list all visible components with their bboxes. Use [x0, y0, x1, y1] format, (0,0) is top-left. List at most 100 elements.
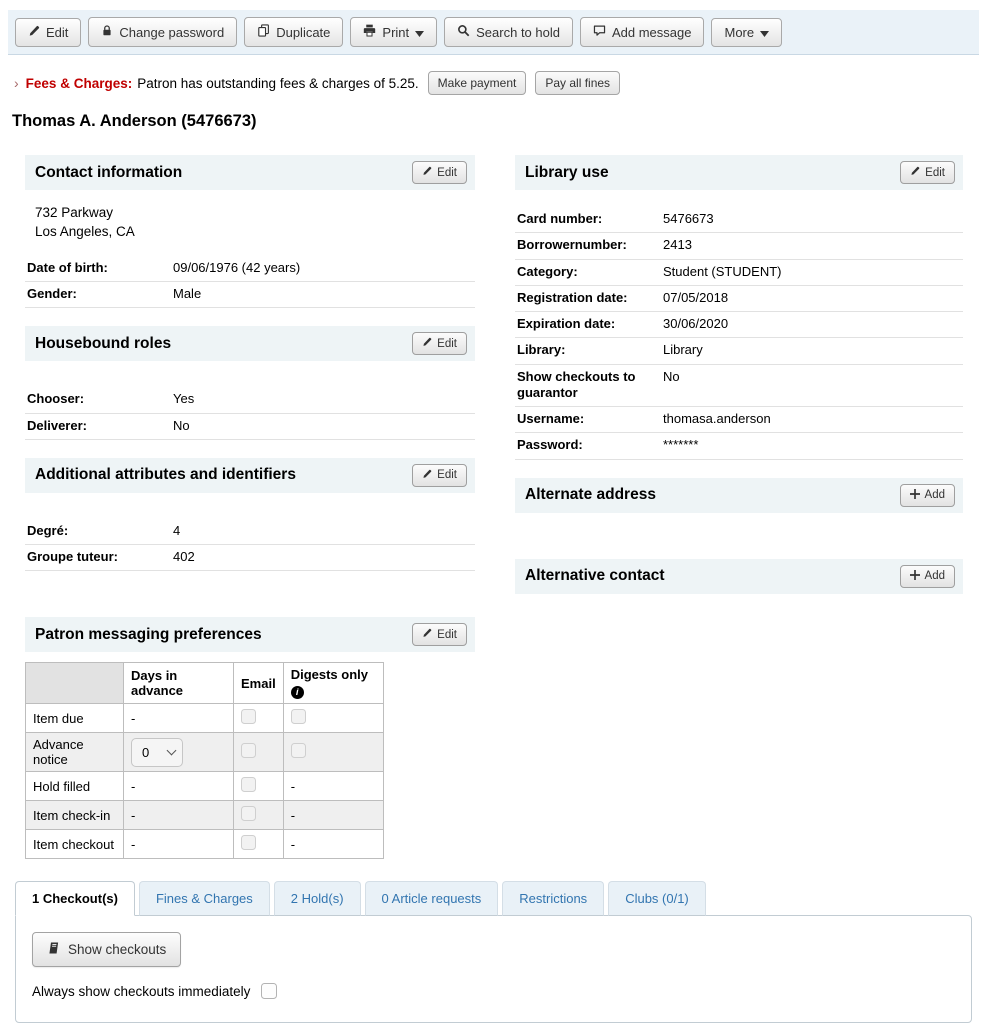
attributes-edit-button[interactable]: Edit	[412, 464, 467, 487]
row-label: Chooser:	[27, 391, 165, 407]
duplicate-button[interactable]: Duplicate	[244, 17, 343, 47]
row-value: 09/06/1976 (42 years)	[165, 260, 300, 276]
patron-tabs-section: 1 Checkout(s) Fines & Charges 2 Hold(s) …	[15, 881, 972, 1023]
show-checkouts-button[interactable]: Show checkouts	[32, 932, 181, 967]
row-label: Category:	[517, 264, 655, 280]
search-icon	[457, 24, 470, 40]
alternate-address-add-label: Add	[925, 489, 945, 501]
alternative-contact-add-label: Add	[925, 570, 945, 582]
table-corner-cell	[26, 663, 124, 704]
additional-attributes-title: Additional attributes and identifiers	[35, 466, 296, 484]
days-cell: 0	[124, 733, 234, 772]
email-cell	[234, 830, 284, 859]
messaging-edit-button[interactable]: Edit	[412, 623, 467, 646]
email-checkbox[interactable]	[241, 777, 256, 792]
alternate-address-title: Alternate address	[525, 486, 656, 504]
column-header-digests-only: Digests only	[283, 663, 383, 704]
tab-article-requests[interactable]: 0 Article requests	[365, 881, 499, 916]
printer-icon	[363, 24, 376, 40]
add-message-button[interactable]: Add message	[580, 17, 705, 47]
always-show-checkouts-label: Always show checkouts immediately	[32, 984, 250, 999]
row-label: Gender:	[27, 286, 165, 302]
contact-edit-button[interactable]: Edit	[412, 161, 467, 184]
row-label: Card number:	[517, 211, 655, 227]
left-column: Contact information Edit 732 Parkway Los…	[25, 155, 475, 859]
library-use-edit-button[interactable]: Edit	[900, 161, 955, 184]
email-checkbox[interactable]	[241, 709, 256, 724]
email-checkbox[interactable]	[241, 835, 256, 850]
digest-cell: -	[283, 801, 383, 830]
right-column: Library use Edit Card number: 5476673 Bo…	[515, 155, 963, 594]
tab-fines-charges[interactable]: Fines & Charges	[139, 881, 270, 916]
messaging-preferences-header: Patron messaging preferences Edit	[25, 617, 475, 652]
row-label: Date of birth:	[27, 260, 165, 276]
edit-button[interactable]: Edit	[15, 18, 81, 47]
email-checkbox[interactable]	[241, 743, 256, 758]
row-value: *******	[655, 437, 698, 453]
tab-checkouts[interactable]: 1 Checkout(s)	[15, 881, 135, 916]
days-cell: -	[124, 801, 234, 830]
library-row-show-checkouts: Show checkouts to guarantor No	[515, 365, 963, 408]
library-row-password: Password: *******	[515, 433, 963, 459]
always-show-checkouts-checkbox[interactable]	[261, 983, 277, 999]
row-value: Student (STUDENT)	[655, 264, 781, 280]
table-row-hold-filled: Hold filled - -	[26, 772, 384, 801]
row-label: Expiration date:	[517, 316, 655, 332]
library-row-username: Username: thomasa.anderson	[515, 407, 963, 433]
search-to-hold-button[interactable]: Search to hold	[444, 17, 573, 47]
make-payment-button[interactable]: Make payment	[428, 71, 527, 95]
email-checkbox[interactable]	[241, 806, 256, 821]
row-label: Groupe tuteur:	[27, 549, 165, 565]
digest-cell: -	[283, 830, 383, 859]
email-cell	[234, 733, 284, 772]
checkouts-tab-panel: Show checkouts Always show checkouts imm…	[15, 915, 972, 1023]
digest-cell: -	[283, 772, 383, 801]
fees-alert-title: Fees & Charges:	[26, 76, 133, 91]
messaging-preferences-table: Days in advance Email Digests only Item …	[25, 662, 384, 859]
messaging-edit-label: Edit	[437, 629, 457, 641]
more-button[interactable]: More	[711, 18, 782, 47]
caret-down-icon	[760, 25, 769, 40]
library-use-title: Library use	[525, 164, 609, 182]
lock-icon	[101, 24, 113, 40]
digest-checkbox[interactable]	[291, 743, 306, 758]
address-line-2: Los Angeles, CA	[35, 223, 475, 242]
plus-icon	[910, 489, 920, 502]
table-row-item-check-in: Item check-in - -	[26, 801, 384, 830]
alternative-contact-header: Alternative contact Add	[515, 559, 963, 594]
tab-restrictions[interactable]: Restrictions	[502, 881, 604, 916]
row-value: 4	[165, 523, 180, 539]
pencil-icon	[28, 25, 40, 40]
print-button[interactable]: Print	[350, 17, 437, 47]
row-value: Library	[655, 342, 703, 358]
address-line-1: 732 Parkway	[35, 204, 475, 223]
row-label: Item due	[26, 704, 124, 733]
contact-information-header: Contact information Edit	[25, 155, 475, 190]
email-cell	[234, 772, 284, 801]
row-label: Show checkouts to guarantor	[517, 369, 655, 402]
pencil-icon	[910, 166, 920, 179]
row-value: 5476673	[655, 211, 714, 227]
pay-all-fines-button[interactable]: Pay all fines	[535, 71, 620, 95]
housebound-edit-button[interactable]: Edit	[412, 332, 467, 355]
alternative-contact-add-button[interactable]: Add	[900, 565, 955, 588]
row-value: No	[655, 369, 680, 402]
row-value: thomasa.anderson	[655, 411, 771, 427]
digest-cell	[283, 704, 383, 733]
patron-detail-columns: Contact information Edit 732 Parkway Los…	[25, 155, 975, 859]
tab-holds[interactable]: 2 Hold(s)	[274, 881, 361, 916]
library-row-borrowernumber: Borrowernumber: 2413	[515, 233, 963, 259]
more-button-label: More	[724, 25, 754, 40]
always-show-checkouts-row: Always show checkouts immediately	[32, 980, 955, 1002]
table-row-item-due: Item due -	[26, 704, 384, 733]
change-password-button[interactable]: Change password	[88, 17, 237, 47]
library-row-expiration-date: Expiration date: 30/06/2020	[515, 312, 963, 338]
digest-checkbox[interactable]	[291, 709, 306, 724]
days-in-advance-select[interactable]: 0	[131, 738, 183, 767]
row-value: 402	[165, 549, 195, 565]
tab-clubs[interactable]: Clubs (0/1)	[608, 881, 706, 916]
change-password-button-label: Change password	[119, 25, 224, 40]
row-label: Borrowernumber:	[517, 237, 655, 253]
alternate-address-add-button[interactable]: Add	[900, 484, 955, 507]
housebound-edit-label: Edit	[437, 338, 457, 350]
